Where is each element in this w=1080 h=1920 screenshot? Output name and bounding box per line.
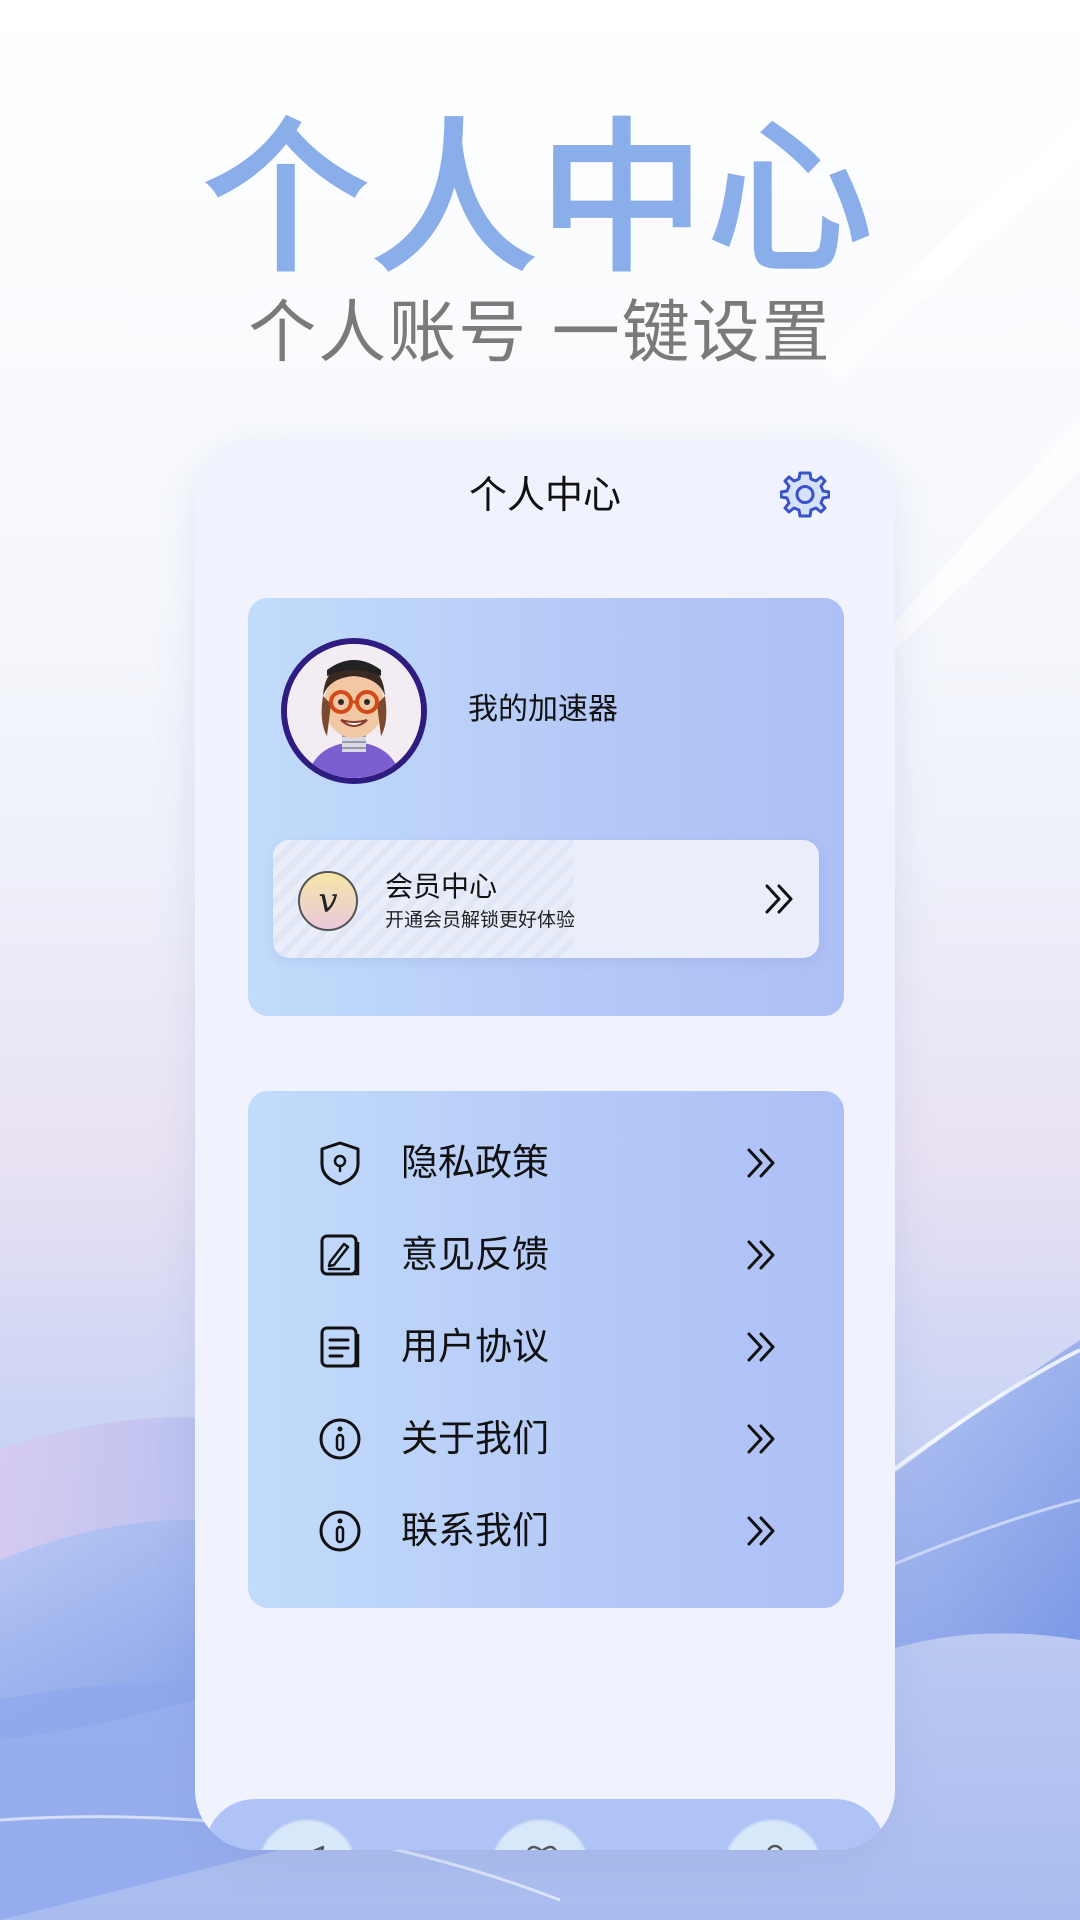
profile-card: 我的加速器 v 会员中心 开通会员解锁更好体验 — [248, 598, 844, 1016]
vip-center-entry[interactable]: v 会员中心 开通会员解锁更好体验 — [273, 840, 819, 958]
username: 我的加速器 — [468, 692, 618, 727]
promo-subheadline: 个人账号 一键设置 — [248, 294, 832, 373]
tab-send[interactable] — [257, 1819, 357, 1850]
edit-note-icon — [320, 1234, 360, 1276]
gear-icon[interactable] — [780, 469, 830, 519]
heart-icon — [527, 1845, 557, 1850]
double-chevron-right-icon — [747, 1240, 775, 1270]
info-icon — [319, 1418, 361, 1460]
vip-subtitle: 开通会员解锁更好体验 — [385, 909, 576, 931]
menu-label-about-us: 关于我们 — [401, 1417, 549, 1460]
double-chevron-right-icon — [747, 1424, 775, 1454]
send-icon — [312, 1845, 325, 1850]
settings-menu: 隐私政策 意见反馈 用户协议 关于我们 联系我们 — [248, 1091, 844, 1608]
document-icon — [320, 1326, 360, 1368]
user-icon — [767, 1844, 783, 1850]
avatar[interactable] — [281, 638, 427, 784]
info-icon — [319, 1510, 361, 1552]
vip-badge-icon: v — [298, 871, 358, 931]
menu-item-feedback[interactable]: 意见反馈 — [248, 1214, 844, 1294]
vip-title: 会员中心 — [385, 870, 498, 903]
menu-item-user-agreement[interactable]: 用户协议 — [248, 1306, 844, 1386]
double-chevron-right-icon — [747, 1148, 775, 1178]
phone-screen: 个人中心 我的加速器 v 会员中心 开通会员解锁更好体验 隐私政策 意见反馈 用… — [195, 440, 895, 1850]
menu-label-privacy: 隐私政策 — [401, 1141, 549, 1184]
avatar-illustration — [287, 644, 421, 778]
tab-favorite[interactable] — [490, 1819, 590, 1850]
menu-item-contact-us[interactable]: 联系我们 — [248, 1490, 844, 1570]
menu-label-user-agreement: 用户协议 — [401, 1325, 549, 1368]
tab-profile[interactable] — [723, 1819, 823, 1850]
menu-label-contact-us: 联系我们 — [401, 1509, 549, 1552]
bottom-tab-bar — [205, 1799, 885, 1850]
double-chevron-right-icon — [747, 1332, 775, 1362]
menu-item-about-us[interactable]: 关于我们 — [248, 1398, 844, 1478]
double-chevron-right-icon — [765, 884, 793, 914]
promo-headline: 个人中心 — [203, 104, 876, 295]
menu-item-privacy[interactable]: 隐私政策 — [248, 1122, 844, 1202]
shield-lock-icon — [320, 1141, 360, 1186]
double-chevron-right-icon — [747, 1516, 775, 1546]
menu-label-feedback: 意见反馈 — [401, 1233, 549, 1276]
